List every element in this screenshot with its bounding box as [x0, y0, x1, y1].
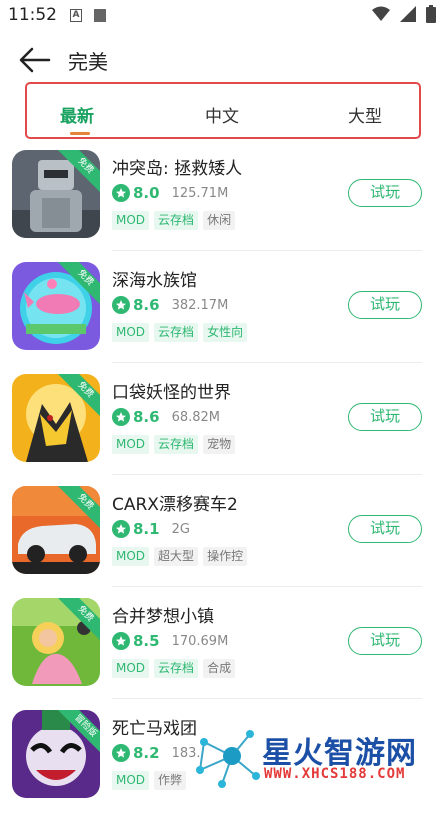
app-name: 死亡马戏团 — [112, 719, 197, 739]
file-size: 2G — [171, 521, 190, 537]
app-name: 合并梦想小镇 — [112, 607, 214, 627]
status-bar: 11:52 A — [0, 0, 444, 32]
tag: 合成 — [203, 659, 236, 678]
star-icon — [112, 184, 130, 202]
star-icon — [112, 744, 130, 762]
app-rating: 8.5 170.69M — [112, 632, 228, 650]
status-time: 11:52 — [8, 5, 57, 25]
tag: MOD — [112, 435, 150, 454]
rating-value: 8.6 — [133, 296, 160, 314]
app-icon[interactable]: 免费 — [12, 150, 100, 238]
app-rating: 8.1 2G — [112, 520, 190, 538]
try-button[interactable]: 试玩 — [348, 515, 422, 543]
tag: MOD — [112, 547, 150, 566]
tag: MOD — [112, 323, 150, 342]
app-name: CARX漂移赛车2 — [112, 495, 238, 515]
divider — [112, 474, 422, 475]
app-name: 口袋妖怪的世界 — [112, 383, 231, 403]
app-icon[interactable]: 免费 — [12, 374, 100, 462]
file-size: 170.69M — [171, 633, 229, 649]
divider — [112, 586, 422, 587]
list-item[interactable]: 免费 深海水族馆 8.6 382.17M MOD 云存档 女性向 试玩 — [0, 262, 444, 374]
network-logo-icon — [196, 730, 260, 788]
tag: 云存档 — [154, 211, 199, 230]
list-item[interactable]: 免费 CARX漂移赛车2 8.1 2G MOD 超大型 操作控 试玩 — [0, 486, 444, 598]
tag: 休闲 — [203, 211, 236, 230]
list-item[interactable]: 免费 口袋妖怪的世界 8.6 68.82M MOD 云存档 宠物 试玩 — [0, 374, 444, 486]
tag-list: MOD 云存档 女性向 — [112, 323, 248, 342]
tag-list: MOD 超大型 操作控 — [112, 547, 248, 566]
star-icon — [112, 408, 130, 426]
app-icon[interactable]: 免费 — [12, 598, 100, 686]
back-arrow-icon[interactable] — [18, 46, 52, 74]
rating-value: 8.0 — [133, 184, 160, 202]
rating-value: 8.2 — [133, 744, 160, 762]
try-button[interactable]: 试玩 — [348, 179, 422, 207]
tab-large[interactable]: 大型 — [348, 102, 382, 127]
tag: 宠物 — [203, 435, 236, 454]
file-size: 125.71M — [171, 185, 229, 201]
file-size: 68.82M — [171, 409, 221, 425]
tag: 女性向 — [203, 323, 248, 342]
try-button[interactable]: 试玩 — [348, 403, 422, 431]
app-name: 冲突岛: 拯救矮人 — [112, 159, 243, 179]
wifi-icon — [372, 6, 390, 21]
try-button[interactable]: 试玩 — [348, 627, 422, 655]
app-name: 深海水族馆 — [112, 271, 197, 291]
watermark-url: WWW.XHCS188.COM — [264, 766, 406, 782]
divider — [112, 698, 422, 699]
app-rating: 8.2 183. — [112, 744, 201, 762]
list-item[interactable]: 免费 合并梦想小镇 8.5 170.69M MOD 云存档 合成 试玩 — [0, 598, 444, 710]
tag: 作弊 — [154, 771, 187, 790]
tab-active-indicator — [70, 132, 90, 135]
app-rating: 8.0 125.71M — [112, 184, 228, 202]
tag: 操作控 — [203, 547, 248, 566]
divider — [112, 250, 422, 251]
tag: 超大型 — [154, 547, 199, 566]
rating-value: 8.1 — [133, 520, 160, 538]
tag: 云存档 — [154, 659, 199, 678]
site-watermark: 星火智游网 WWW.XHCS188.COM — [192, 724, 444, 789]
tag: MOD — [112, 211, 150, 230]
app-icon[interactable]: 免费 — [12, 262, 100, 350]
notification-a-icon: A — [70, 9, 82, 22]
tab-chinese[interactable]: 中文 — [205, 102, 239, 127]
battery-icon — [426, 5, 436, 23]
app-icon[interactable]: 冒险版 — [12, 710, 100, 798]
notification-book-icon — [94, 9, 106, 22]
star-icon — [112, 520, 130, 538]
app-rating: 8.6 68.82M — [112, 408, 220, 426]
tag: 云存档 — [154, 435, 199, 454]
file-size: 382.17M — [171, 297, 229, 313]
tag: MOD — [112, 659, 150, 678]
tag: 云存档 — [154, 323, 199, 342]
tag-list: MOD 云存档 休闲 — [112, 211, 236, 230]
rating-value: 8.5 — [133, 632, 160, 650]
app-icon[interactable]: 免费 — [12, 486, 100, 574]
divider — [112, 362, 422, 363]
rating-value: 8.6 — [133, 408, 160, 426]
signal-icon — [400, 6, 416, 22]
tag-list: MOD 云存档 合成 — [112, 659, 236, 678]
header: 完美 — [0, 38, 444, 82]
tag: MOD — [112, 771, 150, 790]
tab-latest[interactable]: 最新 — [60, 102, 94, 127]
page-title: 完美 — [68, 50, 108, 74]
tag-list: MOD 云存档 宠物 — [112, 435, 236, 454]
star-icon — [112, 296, 130, 314]
app-rating: 8.6 382.17M — [112, 296, 228, 314]
try-button[interactable]: 试玩 — [348, 291, 422, 319]
tag-list: MOD 作弊 — [112, 771, 187, 790]
category-tabs: 最新 中文 大型 — [25, 82, 421, 139]
list-item[interactable]: 免费 冲突岛: 拯救矮人 8.0 125.71M MOD 云存档 休闲 试玩 — [0, 150, 444, 262]
star-icon — [112, 632, 130, 650]
